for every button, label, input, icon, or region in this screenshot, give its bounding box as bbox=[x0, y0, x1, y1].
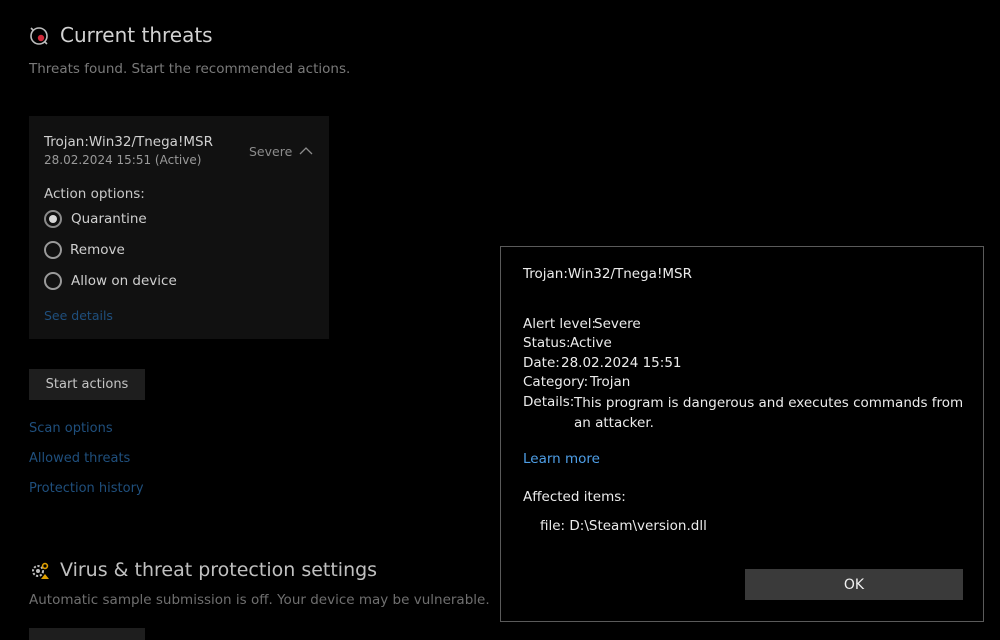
radio-quarantine[interactable] bbox=[44, 210, 62, 228]
scan-options-link[interactable]: Scan options bbox=[29, 421, 113, 436]
affected-file: file: D:\Steam\version.dll bbox=[540, 518, 707, 534]
details-value: This program is dangerous and executes c… bbox=[574, 395, 964, 431]
alert-level-key: Alert level: bbox=[523, 316, 597, 332]
radio-remove[interactable] bbox=[44, 241, 62, 259]
affected-items-label: Affected items: bbox=[523, 489, 626, 505]
radio-quarantine-label[interactable]: Quarantine bbox=[71, 211, 147, 227]
threat-details-dialog bbox=[500, 246, 984, 622]
virus-settings-subtitle: Automatic sample submission is off. Your… bbox=[29, 592, 490, 608]
see-details-link[interactable]: See details bbox=[44, 308, 113, 323]
radio-remove-label[interactable]: Remove bbox=[70, 242, 125, 258]
chevron-up-icon[interactable] bbox=[299, 146, 313, 156]
radio-allow-on-device[interactable] bbox=[44, 272, 62, 290]
settings-gear-icon bbox=[32, 562, 49, 579]
threat-scan-icon bbox=[30, 27, 48, 45]
ok-button[interactable]: OK bbox=[745, 569, 963, 600]
alert-level-value: Severe bbox=[594, 316, 641, 332]
details-key: Details: bbox=[523, 394, 575, 410]
threat-name: Trojan:Win32/Tnega!MSR bbox=[44, 134, 213, 150]
current-threats-title: Current threats bbox=[60, 23, 213, 47]
current-threats-subtitle: Threats found. Start the recommended act… bbox=[29, 61, 351, 77]
learn-more-link[interactable]: Learn more bbox=[523, 451, 600, 467]
date-value: 28.02.2024 15:51 bbox=[561, 355, 682, 371]
virus-settings-title: Virus & threat protection settings bbox=[60, 559, 378, 581]
dialog-title: Trojan:Win32/Tnega!MSR bbox=[523, 266, 692, 282]
protection-history-link[interactable]: Protection history bbox=[29, 481, 144, 496]
severity-label: Severe bbox=[249, 144, 293, 159]
category-value: Trojan bbox=[590, 374, 631, 390]
start-actions-button[interactable]: Start actions bbox=[29, 369, 145, 400]
status-key: Status: bbox=[523, 335, 571, 351]
status-value: Active bbox=[570, 335, 612, 351]
allowed-threats-link[interactable]: Allowed threats bbox=[29, 451, 130, 466]
category-key: Category: bbox=[523, 374, 589, 390]
manage-settings-button[interactable] bbox=[29, 628, 145, 640]
radio-allow-on-device-label[interactable]: Allow on device bbox=[71, 273, 177, 289]
action-options-label: Action options: bbox=[44, 186, 145, 202]
threat-date: 28.02.2024 15:51 (Active) bbox=[44, 153, 202, 167]
date-key: Date: bbox=[523, 355, 560, 371]
